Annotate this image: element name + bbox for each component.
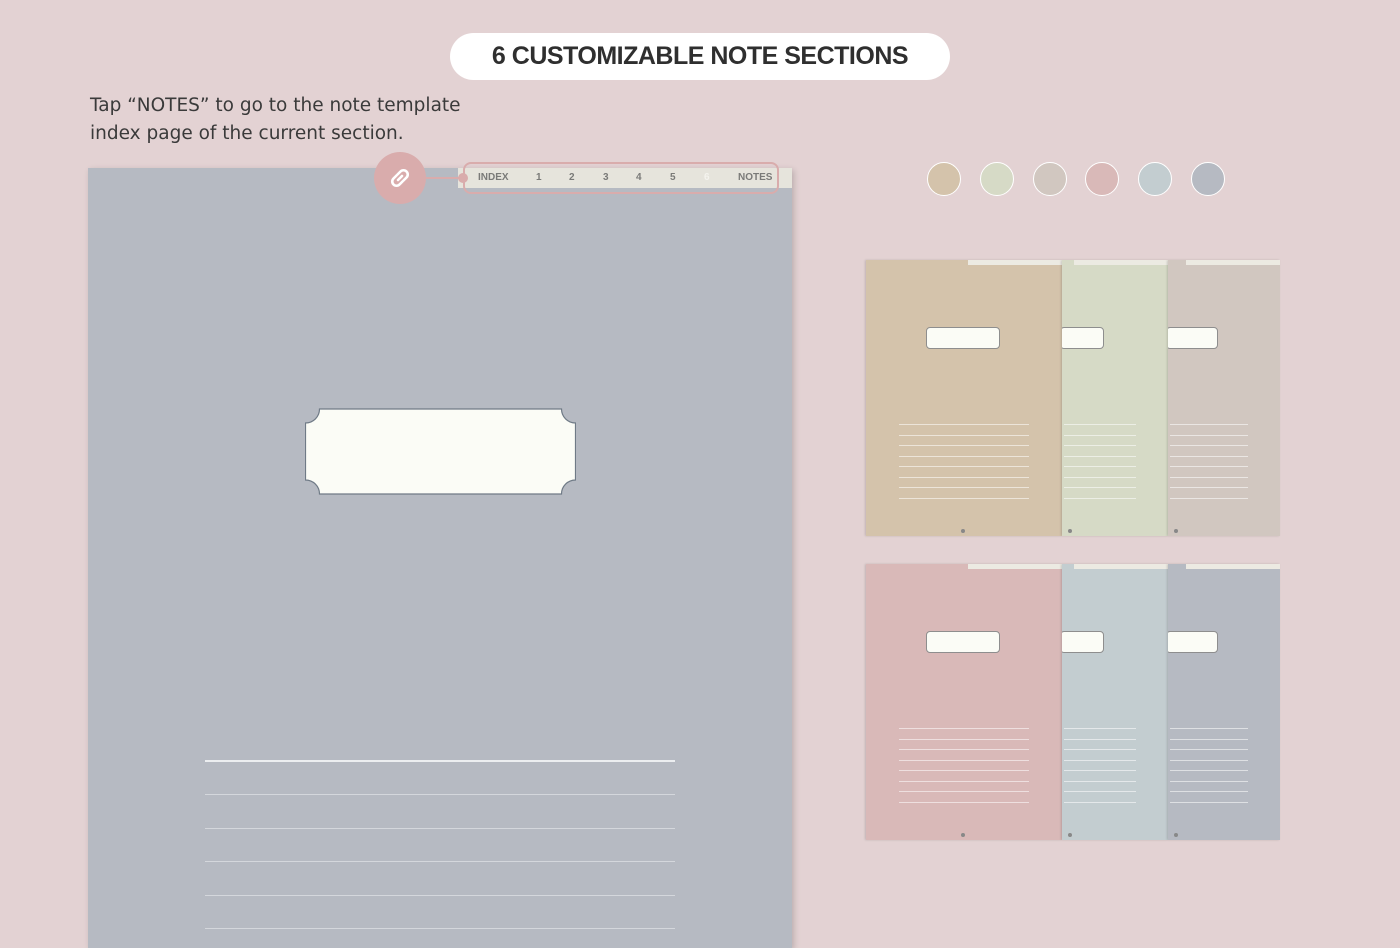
mini-writing-line [1170, 749, 1248, 750]
writing-line [205, 828, 675, 829]
writing-line [205, 895, 675, 896]
mini-writing-line [1064, 476, 1136, 478]
mini-writing-line [1064, 801, 1136, 803]
mini-writing-line [899, 445, 1029, 446]
instruction-line-2: index page of the current section. [90, 123, 404, 144]
mini-writing-line [899, 424, 1029, 425]
mini-writing-line [1170, 466, 1248, 467]
mini-writing-line [1064, 791, 1136, 792]
mini-page-preview [866, 564, 1062, 840]
mini-tab-bar [1074, 564, 1168, 569]
instruction-line-1: Tap “NOTES” to go to the note template [90, 95, 461, 116]
title-banner: 6 CUSTOMIZABLE NOTE SECTIONS [450, 33, 950, 80]
callout-dot [458, 173, 468, 183]
link-icon [390, 168, 410, 188]
mini-writing-line [899, 791, 1029, 792]
mini-writing-line [1170, 791, 1248, 792]
color-swatch[interactable] [927, 162, 961, 196]
mini-cover-label [926, 631, 1000, 653]
mini-writing-line [1064, 424, 1136, 425]
mini-writing-line [899, 738, 1029, 740]
mini-writing-line [1170, 434, 1248, 436]
mini-writing-line [1064, 770, 1136, 771]
mini-writing-line [1064, 759, 1136, 761]
mini-writing-line [1170, 801, 1248, 803]
mini-writing-line [1064, 434, 1136, 436]
mini-writing-line [899, 759, 1029, 761]
mini-page-preview [1168, 260, 1280, 536]
mini-writing-line [1064, 455, 1136, 457]
mini-page-dot [961, 529, 965, 533]
mini-writing-line [1064, 497, 1136, 499]
mini-writing-line [1170, 476, 1248, 478]
mini-writing-line [899, 749, 1029, 750]
mini-writing-line [1170, 445, 1248, 446]
mini-writing-line [1064, 487, 1136, 488]
mini-writing-line [899, 487, 1029, 488]
mini-page-preview [1062, 260, 1168, 536]
mini-writing-line [1064, 780, 1136, 782]
mini-writing-line [899, 434, 1029, 436]
mini-writing-line [1170, 455, 1248, 457]
mini-tab-bar [1074, 260, 1168, 265]
link-badge [374, 152, 426, 204]
mini-writing-line [899, 780, 1029, 782]
preview-row [866, 564, 1280, 840]
mini-writing-line [899, 770, 1029, 771]
color-swatch[interactable] [1032, 162, 1067, 196]
color-swatch[interactable] [1085, 162, 1120, 196]
mini-writing-line [1064, 445, 1136, 446]
page-title: 6 CUSTOMIZABLE NOTE SECTIONS [491, 42, 909, 70]
mini-writing-line [1064, 749, 1136, 750]
writing-line [205, 861, 675, 862]
mini-writing-line [1170, 424, 1248, 425]
mini-cover-label [926, 327, 1000, 349]
mini-page-dot [961, 833, 965, 837]
mini-tab-bar [968, 564, 1062, 569]
color-swatch[interactable] [979, 162, 1014, 196]
mini-cover-label [1168, 631, 1218, 653]
mini-writing-line [899, 476, 1029, 478]
mini-writing-line [899, 455, 1029, 457]
mini-tab-bar [1186, 260, 1280, 265]
mini-writing-line [899, 497, 1029, 499]
tab-highlight-outline [463, 162, 779, 194]
color-swatch[interactable] [1138, 162, 1173, 196]
mini-writing-line [1170, 497, 1248, 499]
mini-page-dot [1174, 529, 1178, 533]
mini-page-dot [1068, 833, 1072, 837]
mini-writing-line [1170, 487, 1248, 488]
mini-writing-line [1170, 770, 1248, 771]
preview-row [866, 260, 1280, 536]
mini-writing-line [899, 801, 1029, 803]
instruction-text: Tap “NOTES” to go to the note template i… [90, 92, 510, 148]
mini-writing-line [1064, 728, 1136, 729]
mini-tab-bar [968, 260, 1062, 265]
planner-page-preview [88, 168, 792, 948]
mini-cover-label [1062, 327, 1104, 349]
mini-tab-bar [1186, 564, 1280, 569]
cover-label [305, 408, 576, 495]
mini-page-dot [1174, 833, 1178, 837]
mini-writing-line [899, 728, 1029, 729]
mini-page-preview [1168, 564, 1280, 840]
mini-writing-line [899, 466, 1029, 467]
mini-writing-line [1064, 738, 1136, 740]
mini-page-preview [1062, 564, 1168, 840]
mini-writing-line [1170, 728, 1248, 729]
writing-line [205, 928, 675, 929]
mini-writing-line [1064, 466, 1136, 467]
mini-page-preview [866, 260, 1062, 536]
mini-cover-label [1062, 631, 1104, 653]
mini-cover-label [1168, 327, 1218, 349]
mini-writing-line [1170, 738, 1248, 740]
callout-connector [424, 177, 462, 179]
mini-writing-line [1170, 780, 1248, 782]
mini-writing-line [1170, 759, 1248, 761]
writing-line [205, 794, 675, 795]
color-swatch[interactable] [1191, 162, 1225, 196]
writing-line [205, 760, 675, 762]
mini-page-dot [1068, 529, 1072, 533]
